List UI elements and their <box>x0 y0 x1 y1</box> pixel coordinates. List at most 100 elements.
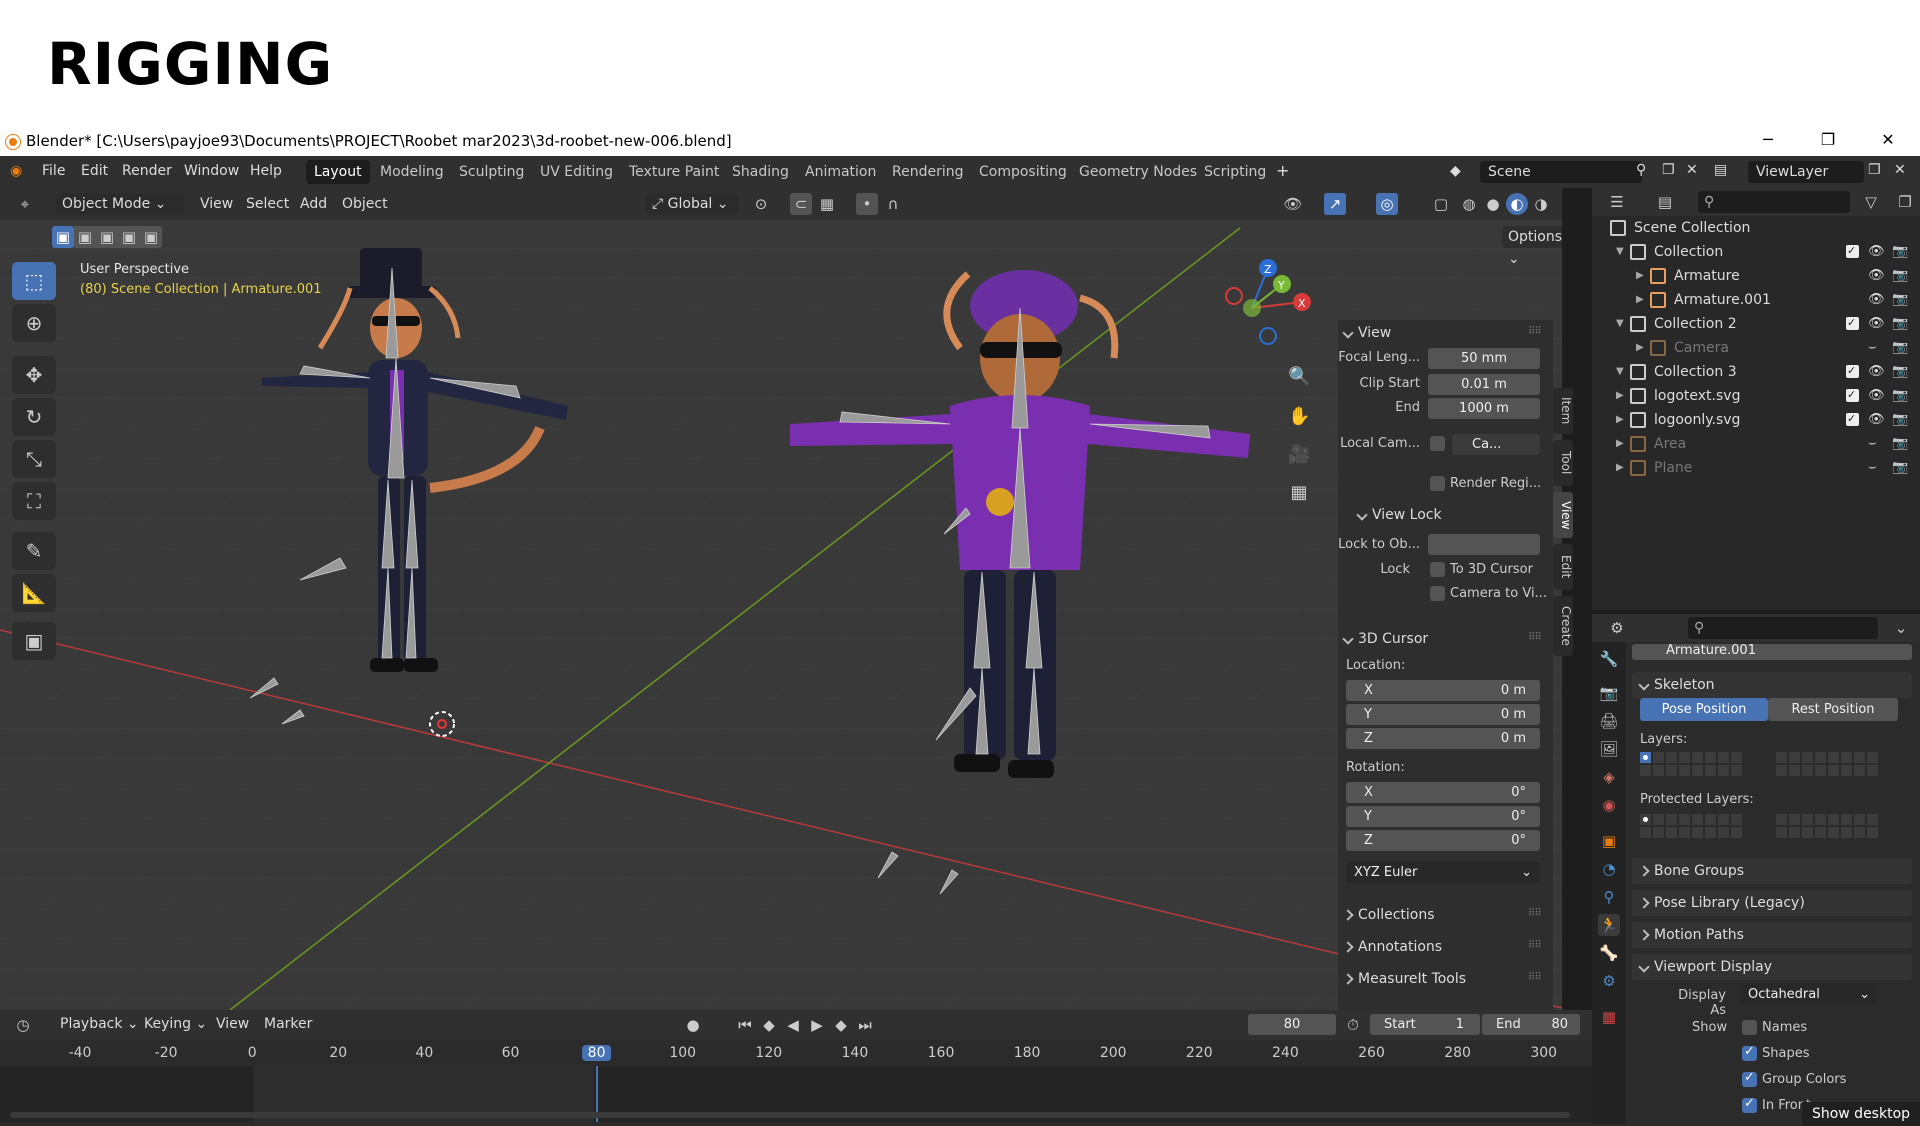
menu-window[interactable]: Window <box>184 163 239 179</box>
rotation-x-field[interactable]: X 0° <box>1346 782 1540 803</box>
start-frame-field[interactable]: Start 1 <box>1370 1014 1480 1035</box>
options-dropdown[interactable]: Options ⌄ <box>1502 226 1562 267</box>
view-layer-field[interactable]: ViewLayer <box>1748 161 1864 183</box>
prev-keyframe-icon[interactable]: ◆ <box>758 1014 780 1036</box>
render-camera-icon[interactable]: 📷 <box>1892 264 1908 288</box>
tab-shading[interactable]: Shading <box>724 160 797 184</box>
local-camera-field[interactable]: Ca... <box>1452 434 1540 455</box>
render-camera-icon[interactable]: 📷 <box>1892 432 1908 456</box>
3d-cursor-header[interactable]: 3D Cursor <box>1338 626 1428 652</box>
render-camera-icon[interactable]: 📷 <box>1892 288 1908 312</box>
layer-cell[interactable] <box>1776 752 1787 763</box>
display-as-dropdown[interactable]: Octahedral ⌄ <box>1740 984 1876 1005</box>
visibility-eye-icon[interactable]: 👁 <box>1868 408 1885 432</box>
outliner-row[interactable]: ▶ logoonly.svg 👁 📷 <box>1592 407 1920 432</box>
visibility-eye-icon[interactable]: ⌣ <box>1868 456 1877 480</box>
layer-cell[interactable] <box>1666 827 1677 838</box>
layer-cell[interactable] <box>1867 814 1878 825</box>
delete-scene-icon[interactable]: ✕ <box>1686 162 1698 178</box>
timeline-scrollbar[interactable] <box>10 1112 1570 1118</box>
layer-cell[interactable] <box>1718 752 1729 763</box>
layer-cell[interactable] <box>1692 765 1703 776</box>
stopwatch-icon[interactable]: ⏱ <box>1342 1014 1364 1036</box>
expand-arrow-icon[interactable]: ▶ <box>1616 432 1624 456</box>
sidebar-tab-create[interactable]: Create <box>1553 596 1573 656</box>
pin-icon[interactable]: ⚲ <box>1636 162 1646 178</box>
layer-cell[interactable] <box>1692 814 1703 825</box>
layer-cell[interactable] <box>1653 814 1664 825</box>
record-icon[interactable]: ● <box>682 1014 704 1036</box>
scene-tab-icon[interactable]: ◈ <box>1598 766 1620 788</box>
layer-cell[interactable] <box>1679 814 1690 825</box>
layer-cell[interactable] <box>1867 752 1878 763</box>
group-colors-checkbox[interactable] <box>1742 1070 1757 1087</box>
location-z-field[interactable]: Z 0 m <box>1346 728 1540 749</box>
bone-tab-icon[interactable]: 🦴 <box>1598 942 1620 964</box>
select-invert-icon[interactable]: ▣ <box>118 226 140 248</box>
exclude-checkbox[interactable] <box>1846 311 1859 335</box>
layer-cell[interactable] <box>1815 827 1826 838</box>
names-checkbox[interactable] <box>1742 1020 1757 1035</box>
minimize-button[interactable]: ─ <box>1748 130 1788 149</box>
render-camera-icon[interactable]: 📷 <box>1892 456 1908 480</box>
layer-cell[interactable] <box>1789 765 1800 776</box>
object-tab-icon[interactable]: ▣ <box>1598 830 1620 852</box>
visibility-eye-icon[interactable]: 👁 <box>1868 240 1885 264</box>
layer-cell[interactable] <box>1841 765 1852 776</box>
annotate-tool[interactable]: ✎ <box>12 532 56 570</box>
snap-target-icon[interactable]: ▦ <box>816 193 838 215</box>
layer-cell[interactable] <box>1666 814 1677 825</box>
render-camera-icon[interactable]: 📷 <box>1892 336 1908 360</box>
focal-length-field[interactable]: 50 mm <box>1428 348 1540 369</box>
outliner-row[interactable]: Scene Collection <box>1592 216 1920 240</box>
visibility-eye-icon[interactable]: ⌣ <box>1868 336 1877 360</box>
layer-cell[interactable] <box>1731 765 1742 776</box>
layer-cell[interactable] <box>1828 765 1839 776</box>
add-workspace-button[interactable]: + <box>1276 161 1289 180</box>
layer-cell[interactable] <box>1653 765 1664 776</box>
sidebar-tab-tool[interactable]: Tool <box>1553 440 1573 486</box>
layer-cell[interactable] <box>1705 814 1716 825</box>
add-cube-tool[interactable]: ▣ <box>12 622 56 660</box>
layer-cell[interactable] <box>1692 827 1703 838</box>
visibility-eye-icon[interactable]: 👁 <box>1868 312 1885 336</box>
layer-cell[interactable] <box>1828 752 1839 763</box>
tab-rendering[interactable]: Rendering <box>884 160 972 184</box>
move-tool[interactable]: ✥ <box>12 356 56 394</box>
pose-library-header[interactable]: Pose Library (Legacy) <box>1632 890 1912 916</box>
view-layer-tab-icon[interactable]: 🖼 <box>1598 738 1620 760</box>
render-camera-icon[interactable]: 📷 <box>1892 312 1908 336</box>
outliner-row[interactable]: ▶ Armature.001 👁 📷 <box>1592 288 1920 312</box>
layer-cell[interactable] <box>1828 827 1839 838</box>
layer-cell[interactable] <box>1692 752 1703 763</box>
sidebar-tab-item[interactable]: Item <box>1553 388 1573 434</box>
tab-texture-paint[interactable]: Texture Paint <box>621 160 727 184</box>
select-intersect-icon[interactable]: ▣ <box>140 226 162 248</box>
editor-type-icon[interactable]: ⌖ <box>14 193 36 215</box>
layer-cell[interactable] <box>1802 765 1813 776</box>
chevron-down-icon[interactable]: ⌄ <box>1890 617 1912 639</box>
editor-type-icon[interactable]: ⚙ <box>1606 617 1628 639</box>
outliner-row[interactable]: ▼ Collection 👁 📷 <box>1592 239 1920 264</box>
measure-tool[interactable]: 📐 <box>12 574 56 612</box>
navigation-gizmo[interactable]: Z X Y <box>1212 254 1322 354</box>
mode-dropdown[interactable]: Object Mode ⌄ <box>56 193 184 215</box>
tab-layout[interactable]: Layout <box>306 160 370 184</box>
rotation-mode-dropdown[interactable]: XYZ Euler ⌄ <box>1346 862 1540 883</box>
drag-handle-icon[interactable]: ⠿⠿ <box>1528 632 1542 643</box>
viewport-menu-add[interactable]: Add <box>300 193 327 215</box>
camera-view-icon[interactable]: 🎥 <box>1288 444 1310 466</box>
layer-cell[interactable] <box>1854 765 1865 776</box>
expand-arrow-icon[interactable]: ▶ <box>1636 336 1644 360</box>
tab-compositing[interactable]: Compositing <box>971 160 1075 184</box>
layer-cell[interactable] <box>1841 827 1852 838</box>
expand-arrow-icon[interactable]: ▶ <box>1636 264 1644 288</box>
outliner-row[interactable]: ▼ Collection 3 👁 📷 <box>1592 359 1920 384</box>
next-keyframe-icon[interactable]: ◆ <box>830 1014 852 1036</box>
visibility-eye-icon[interactable]: 👁 <box>1868 264 1885 288</box>
layer-cell[interactable] <box>1867 765 1878 776</box>
new-view-layer-icon[interactable]: ❐ <box>1868 162 1881 178</box>
skeleton-header[interactable]: Skeleton <box>1632 672 1912 698</box>
tab-sculpting[interactable]: Sculpting <box>451 160 532 184</box>
play-reverse-icon[interactable]: ◀ <box>782 1014 804 1036</box>
